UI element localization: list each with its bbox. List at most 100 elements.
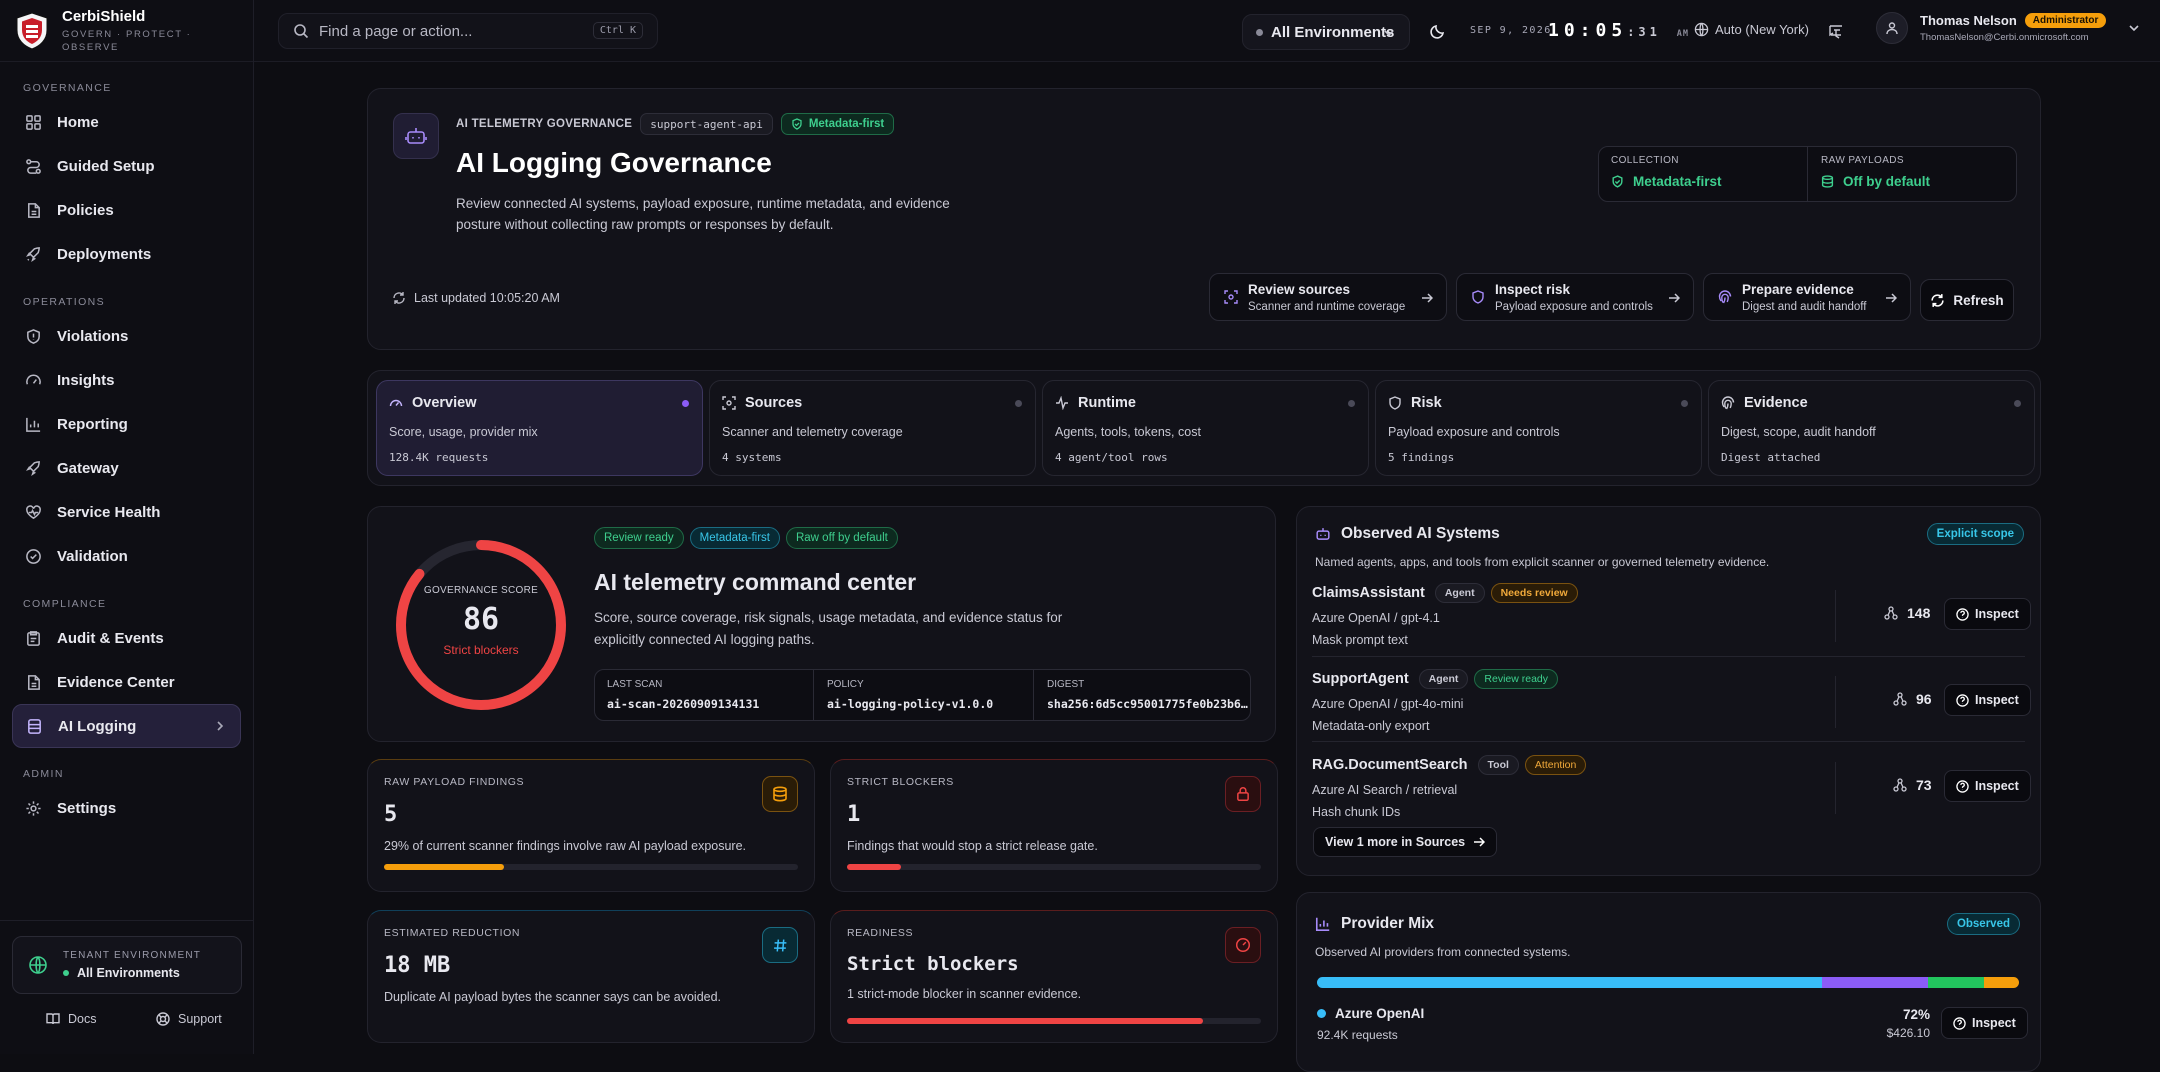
- review-sources-button[interactable]: Review sources Scanner and runtime covera…: [1209, 273, 1447, 321]
- lifebuoy-icon: [156, 1012, 170, 1026]
- sidebar-item-audit-events[interactable]: Audit & Events: [0, 616, 253, 660]
- inspect-button[interactable]: Inspect: [1944, 684, 2031, 716]
- brand-tagline-line-1: GOVERN · PROTECT ·: [62, 28, 192, 40]
- system-name: RAG.DocumentSearch: [1312, 757, 1468, 773]
- mode-chip-label: Metadata-first: [808, 118, 885, 130]
- provider-requests: 92.4K requests: [1317, 1028, 1398, 1042]
- environment-select[interactable]: All Environments: [1242, 14, 1410, 50]
- docs-link[interactable]: Docs: [46, 1012, 96, 1026]
- activity-icon: [1056, 396, 1068, 410]
- metric-value: 18 MB: [384, 953, 451, 978]
- shield-logo-icon: [16, 11, 48, 50]
- fact-digest: DIGEST sha256:6d5cc95001775fe0b23b6…: [1035, 670, 1250, 720]
- tab-count: 4 systems: [722, 451, 782, 464]
- shield-icon: [1472, 290, 1484, 304]
- sidebar-item-insights[interactable]: Insights: [0, 358, 253, 402]
- inspect-button[interactable]: Inspect: [1944, 598, 2031, 630]
- fact-policy: POLICY ai-logging-policy-v1.0.0: [815, 670, 1034, 720]
- tab-status-dot: [1681, 400, 1688, 407]
- refresh-button[interactable]: Refresh: [1920, 279, 2014, 321]
- sidebar-item-label: Gateway: [57, 459, 119, 477]
- page-description-line-1: Review connected AI systems, payload exp…: [456, 196, 950, 211]
- tab-overview[interactable]: Overview Score, usage, provider mix 128.…: [376, 380, 703, 476]
- metric-strict-blockers: STRICT BLOCKERS 1 Findings that would st…: [830, 759, 1278, 892]
- sidebar-item-label: Home: [57, 113, 99, 131]
- sidebar-item-home[interactable]: Home: [0, 100, 253, 144]
- sidebar-item-label: Service Health: [57, 503, 161, 521]
- provider-mix-subtitle: Observed AI providers from connected sys…: [1315, 945, 1571, 959]
- tenant-value-text: All Environments: [77, 966, 180, 980]
- refresh-icon: [393, 292, 405, 304]
- sidebar-item-ai-logging[interactable]: AI Logging: [12, 704, 241, 748]
- sidebar-item-evidence-center[interactable]: Evidence Center: [0, 660, 253, 704]
- sidebar-divider: [0, 920, 254, 921]
- raw-payloads-summary: RAW PAYLOADS Off by default: [1809, 147, 2016, 201]
- inspect-button[interactable]: Inspect: [1941, 1007, 2028, 1039]
- user-email: ThomasNelson@Cerbi.onmicrosoft.com: [1920, 32, 2089, 43]
- system-note: Metadata-only export: [1312, 719, 1430, 733]
- provider-mix-segment: [1317, 977, 1823, 988]
- metric-label: ESTIMATED REDUCTION: [384, 927, 521, 939]
- action-title: Review sources: [1248, 281, 1351, 297]
- theme-toggle-moon-icon[interactable]: [1430, 23, 1446, 39]
- support-link[interactable]: Support: [156, 1012, 222, 1026]
- metric-progress-track: [847, 864, 1261, 870]
- sidebar-item-gateway[interactable]: Gateway: [0, 446, 253, 490]
- system-kind-chip: Tool: [1477, 755, 1519, 775]
- system-request-count: 73: [1893, 777, 1932, 793]
- command-center-description-line-2: explicitly connected AI logging paths.: [594, 632, 815, 647]
- column-divider: [1835, 590, 1836, 642]
- system-row-supportagent: SupportAgent Agent Review ready Azure Open…: [1312, 669, 2025, 755]
- page-description-line-2: posture without collecting raw prompts o…: [456, 217, 834, 232]
- document-icon: [28, 202, 40, 218]
- view-more-sources-button[interactable]: View 1 more in Sources: [1313, 827, 1498, 857]
- system-note: Hash chunk IDs: [1312, 805, 1401, 819]
- user-menu[interactable]: Thomas Nelson Administrator ThomasNelson@…: [1876, 12, 2140, 44]
- database-icon: [28, 718, 41, 734]
- fact-label: DIGEST: [1047, 679, 1085, 690]
- shield-check-icon: [792, 118, 802, 130]
- metric-raw-payload-findings: RAW PAYLOAD FINDINGS 5 29% of current sc…: [367, 759, 815, 892]
- avatar: [1876, 12, 1908, 44]
- action-subtitle: Digest and audit handoff: [1742, 300, 1867, 313]
- system-kind-chip: Agent: [1434, 583, 1485, 603]
- translate-icon[interactable]: [1828, 23, 1844, 39]
- sidebar-item-violations[interactable]: Violations: [0, 314, 253, 358]
- bot-icon-tile: [393, 113, 439, 159]
- tab-risk[interactable]: Risk Payload exposure and controls 5 fin…: [1375, 380, 1702, 476]
- chevron-right-icon: [217, 721, 224, 731]
- metric-value: Strict blockers: [847, 953, 1019, 975]
- brand[interactable]: CerbiShield GOVERN · PROTECT · OBSERVE: [0, 0, 253, 62]
- raw-payloads-value: Off by default: [1821, 174, 2004, 189]
- bar-chart-icon: [1315, 917, 1330, 932]
- tab-description: Agents, tools, tokens, cost: [1055, 425, 1201, 439]
- inspect-risk-button[interactable]: Inspect risk Payload exposure and control…: [1456, 273, 1694, 321]
- database-icon: [773, 786, 787, 802]
- prepare-evidence-button[interactable]: Prepare evidence Digest and audit handoff: [1703, 273, 1911, 321]
- collection-summary: COLLECTION Metadata-first: [1599, 147, 1808, 201]
- provider-share: 72% $426.10: [1887, 1007, 1930, 1040]
- tab-runtime[interactable]: Runtime Agents, tools, tokens, cost 4 ag…: [1042, 380, 1369, 476]
- sidebar-item-settings[interactable]: Settings: [0, 786, 253, 830]
- inspect-button[interactable]: Inspect: [1944, 770, 2031, 802]
- sidebar-item-reporting[interactable]: Reporting: [0, 402, 253, 446]
- search-input[interactable]: Find a page or action... Ctrl K: [278, 13, 658, 49]
- tab-title: Overview: [412, 395, 477, 411]
- sidebar-item-deployments[interactable]: Deployments: [0, 232, 253, 276]
- raw-payloads-label: RAW PAYLOADS: [1821, 155, 1904, 166]
- sidebar-item-policies[interactable]: Policies: [0, 188, 253, 232]
- gauge-icon: [389, 399, 403, 407]
- sidebar-item-service-health[interactable]: Service Health: [0, 490, 253, 534]
- sidebar-item-guided-setup[interactable]: Guided Setup: [0, 144, 253, 188]
- observed-title: Observed AI Systems: [1341, 525, 1500, 542]
- timezone-selector[interactable]: Auto (New York): [1694, 22, 1809, 37]
- bar-chart-icon: [26, 417, 41, 432]
- tab-evidence[interactable]: Evidence Digest, scope, audit handoff Di…: [1708, 380, 2035, 476]
- sidebar-item-label: AI Logging: [58, 717, 137, 735]
- fact-last-scan: LAST SCAN ai-scan-20260909134131: [595, 670, 814, 720]
- tab-count: 4 agent/tool rows: [1055, 451, 1168, 464]
- tenant-environment-selector[interactable]: TENANT ENVIRONMENT All Environments: [12, 936, 242, 994]
- metric-progress-fill: [847, 1018, 1204, 1024]
- tab-sources[interactable]: Sources Scanner and telemetry coverage 4…: [709, 380, 1036, 476]
- sidebar-item-validation[interactable]: Validation: [0, 534, 253, 578]
